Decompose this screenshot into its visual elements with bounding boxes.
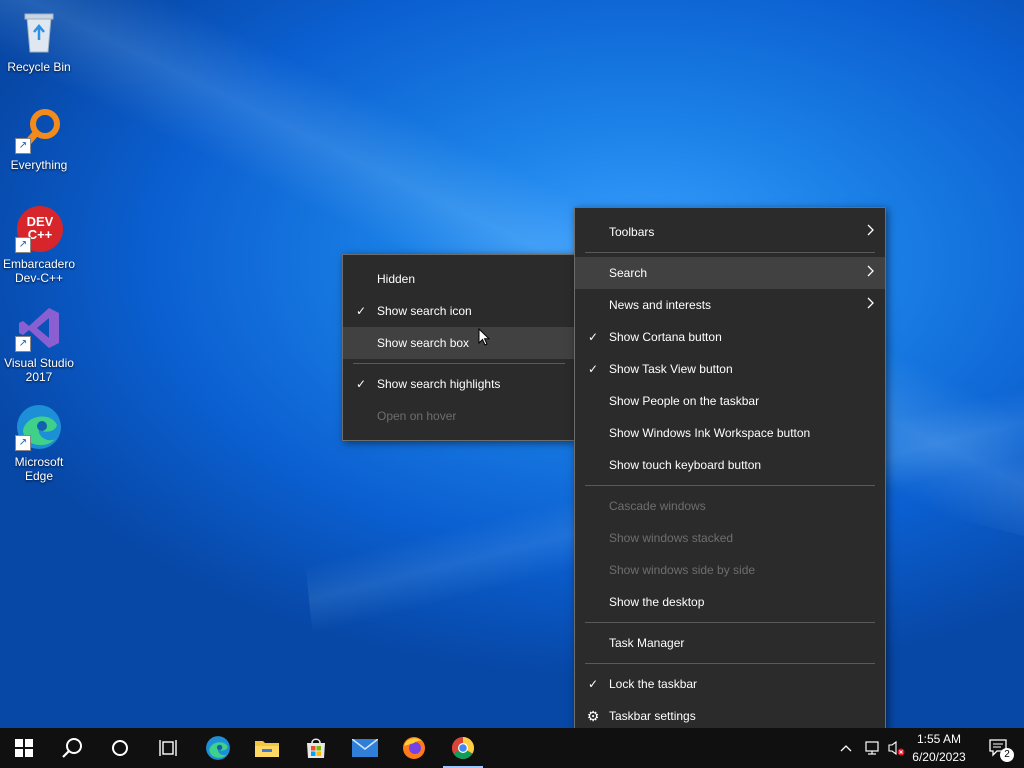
menu-item-show-people[interactable]: Show People on the taskbar bbox=[575, 385, 885, 417]
menu-separator bbox=[353, 363, 565, 364]
desktop-icon-everything[interactable]: ↗ Everything bbox=[2, 106, 76, 172]
menu-item-show-search-box[interactable]: Show search box bbox=[343, 327, 575, 359]
recycle-bin-icon bbox=[15, 8, 63, 56]
devcpp-icon: DEV C++ ↗ bbox=[15, 205, 63, 253]
mail-icon bbox=[352, 739, 378, 757]
menu-item-lock-the-taskbar[interactable]: ✓ Lock the taskbar bbox=[575, 668, 885, 700]
file-explorer-icon bbox=[255, 741, 279, 757]
menu-item-news-and-interests[interactable]: News and interests bbox=[575, 289, 885, 321]
menu-item-show-touch-keyboard[interactable]: Show touch keyboard button bbox=[575, 449, 885, 481]
action-center-button[interactable]: 2 bbox=[976, 728, 1024, 768]
menu-item-show-cortana-button[interactable]: ✓ Show Cortana button bbox=[575, 321, 885, 353]
taskbar-app-mail[interactable] bbox=[341, 728, 389, 768]
task-view-icon bbox=[159, 740, 177, 756]
volume-muted-icon bbox=[888, 740, 905, 756]
desktop-icon-label: Everything bbox=[10, 158, 68, 172]
cortana-button[interactable] bbox=[96, 728, 144, 768]
shortcut-arrow-icon: ↗ bbox=[15, 435, 31, 451]
menu-item-show-windows-side-by-side: Show windows side by side bbox=[609, 563, 756, 577]
shortcut-arrow-icon: ↗ bbox=[15, 336, 31, 352]
everything-search-icon: ↗ bbox=[15, 106, 63, 154]
checkmark-icon: ✓ bbox=[355, 377, 367, 391]
menu-item-show-windows-ink[interactable]: Show Windows Ink Workspace button bbox=[575, 417, 885, 449]
search-icon bbox=[62, 738, 82, 758]
chevron-up-icon bbox=[840, 745, 852, 752]
edge-icon: ↗ bbox=[15, 403, 63, 451]
chevron-right-icon bbox=[867, 257, 875, 289]
desktop-icon-visual-studio[interactable]: ↗ Visual Studio 2017 bbox=[2, 304, 76, 384]
taskbar-app-file-explorer[interactable] bbox=[243, 728, 291, 768]
menu-item-task-manager[interactable]: Task Manager bbox=[575, 627, 885, 659]
menu-item-show-search-highlights[interactable]: ✓ Show search highlights bbox=[343, 368, 575, 400]
shortcut-arrow-icon: ↗ bbox=[15, 138, 31, 154]
checkmark-icon: ✓ bbox=[587, 677, 599, 691]
menu-item-show-task-view-button[interactable]: ✓ Show Task View button bbox=[575, 353, 885, 385]
store-icon bbox=[307, 738, 325, 758]
task-view-button[interactable] bbox=[144, 728, 192, 768]
desktop-icon-recycle-bin[interactable]: Recycle Bin bbox=[2, 8, 76, 74]
menu-separator bbox=[585, 663, 875, 664]
taskbar: 1:55 AM 6/20/2023 2 bbox=[0, 728, 1024, 768]
taskbar-clock[interactable]: 1:55 AM 6/20/2023 bbox=[908, 730, 970, 766]
checkmark-icon: ✓ bbox=[587, 362, 599, 376]
desktop-icon-label: Embarcadero Dev-C++ bbox=[2, 257, 76, 285]
taskbar-app-chrome[interactable] bbox=[439, 728, 487, 768]
clock-date: 6/20/2023 bbox=[912, 750, 966, 764]
desktop-icon-label: Visual Studio 2017 bbox=[4, 356, 74, 384]
desktop-icon-label: Microsoft Edge bbox=[14, 455, 64, 483]
clock-time: 1:55 AM bbox=[916, 732, 962, 746]
show-hidden-icons-button[interactable] bbox=[834, 728, 858, 768]
chevron-right-icon bbox=[867, 289, 875, 321]
checkmark-icon: ✓ bbox=[355, 304, 367, 318]
start-button[interactable] bbox=[0, 728, 48, 768]
edge-icon bbox=[206, 736, 230, 760]
menu-separator bbox=[585, 622, 875, 623]
taskbar-app-edge[interactable] bbox=[194, 728, 242, 768]
taskbar-app-firefox[interactable] bbox=[390, 728, 438, 768]
menu-item-show-the-desktop[interactable]: Show the desktop bbox=[575, 586, 885, 618]
menu-item-cascade-windows: Cascade windows bbox=[609, 499, 706, 513]
menu-item-search[interactable]: Search bbox=[575, 257, 885, 289]
menu-item-hidden[interactable]: Hidden bbox=[343, 263, 575, 295]
taskbar-app-store[interactable] bbox=[292, 728, 340, 768]
desktop-icon-label: Recycle Bin bbox=[7, 60, 71, 74]
network-icon bbox=[865, 741, 879, 755]
mouse-cursor-icon bbox=[478, 328, 490, 346]
network-tray-button[interactable] bbox=[860, 728, 884, 768]
menu-separator bbox=[585, 252, 875, 253]
menu-item-show-search-icon[interactable]: ✓ Show search icon bbox=[343, 295, 575, 327]
shortcut-arrow-icon: ↗ bbox=[15, 237, 31, 253]
taskbar-search-button[interactable] bbox=[48, 728, 96, 768]
firefox-icon bbox=[403, 737, 425, 759]
chrome-icon bbox=[452, 737, 474, 759]
checkmark-icon: ✓ bbox=[587, 330, 599, 344]
menu-item-toolbars[interactable]: Toolbars bbox=[575, 216, 885, 248]
menu-separator bbox=[585, 485, 875, 486]
desktop-icon-edge[interactable]: ↗ Microsoft Edge bbox=[2, 403, 76, 483]
taskbar-context-menu: Toolbars Search News and interests ✓ Sho… bbox=[574, 207, 886, 741]
start-icon bbox=[15, 739, 33, 757]
menu-item-show-windows-stacked: Show windows stacked bbox=[609, 531, 734, 545]
desktop-icon-devcpp[interactable]: DEV C++ ↗ Embarcadero Dev-C++ bbox=[2, 205, 76, 285]
volume-tray-button[interactable] bbox=[884, 728, 908, 768]
search-submenu: Hidden ✓ Show search icon Show search bo… bbox=[342, 254, 576, 441]
menu-item-open-on-hover: Open on hover bbox=[377, 409, 457, 423]
chevron-right-icon bbox=[867, 216, 875, 248]
notification-count-badge: 2 bbox=[1000, 748, 1014, 762]
visual-studio-icon: ↗ bbox=[15, 304, 63, 352]
cortana-icon bbox=[112, 740, 128, 756]
